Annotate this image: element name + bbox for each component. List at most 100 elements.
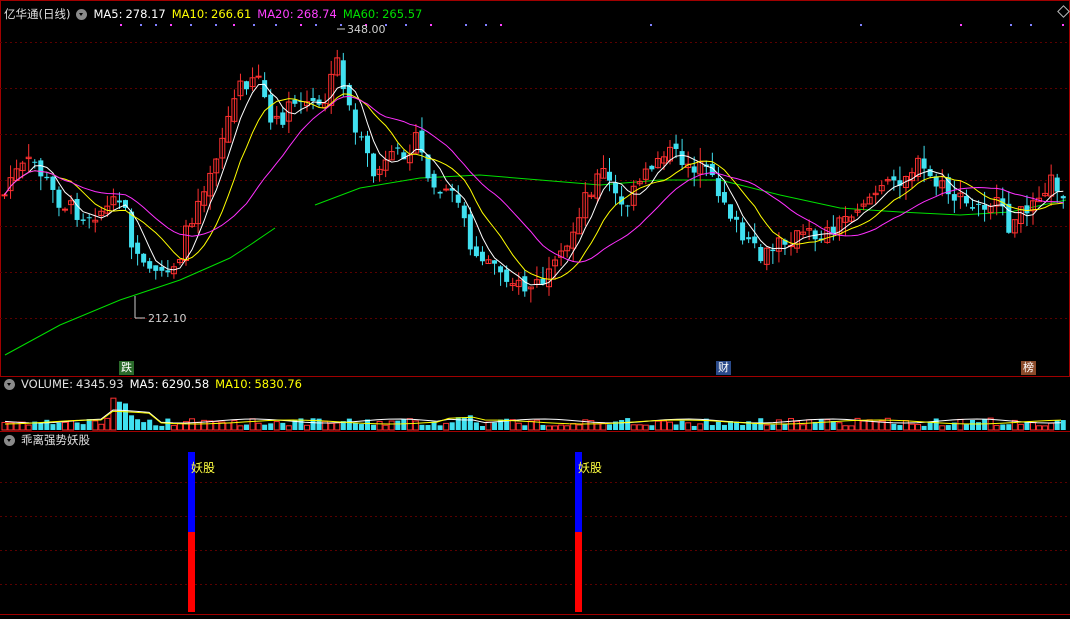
volume-bar [244, 424, 249, 430]
volume-header: VOLUME: 4345.93 MA5: 6290.58 MA10: 5830.76 [4, 376, 308, 392]
candle-body [498, 266, 504, 273]
volume-bar [607, 424, 612, 430]
volume-bar [770, 424, 776, 430]
chevron-down-icon[interactable] [4, 378, 15, 390]
volume-bar [775, 419, 782, 431]
main-header: 亿华通 (日线) MA5: 278.17 MA10: 266.61 MA20: 268.… [4, 6, 428, 22]
vol-ma5-value: 6290.58 [161, 377, 210, 391]
volume-bar [902, 420, 909, 431]
ma20-label: MA20: [257, 7, 294, 21]
candle-body [244, 81, 249, 90]
volume-bar [273, 421, 280, 431]
volume-bar [1048, 422, 1055, 431]
volume-bar [993, 424, 1000, 431]
volume-bar [691, 425, 697, 430]
volume-bar [945, 425, 951, 430]
candle-body [165, 270, 171, 273]
chart-canvas[interactable] [0, 0, 1070, 619]
volume-bar [576, 424, 583, 431]
chevron-down-icon[interactable] [76, 8, 88, 20]
vol-ma5-label: MA5: [129, 377, 159, 391]
news-tag-1[interactable]: 跌 [119, 361, 134, 375]
volume-bars [1, 397, 1066, 431]
signal-bar-2-bottom [575, 532, 582, 612]
candle-body [479, 251, 485, 262]
volume-bar [443, 422, 450, 431]
candle-body [153, 265, 159, 271]
candle-body [1054, 177, 1060, 192]
volume-bar [1017, 423, 1024, 431]
volume-bar [147, 419, 153, 430]
volume-bar [406, 418, 413, 431]
volume-bar [376, 420, 383, 431]
candle-body [891, 176, 897, 181]
volume-bar [98, 423, 105, 431]
signal-dot [190, 24, 192, 26]
volume-bar [872, 421, 879, 431]
candle-body [691, 166, 697, 173]
candle-body [74, 199, 80, 220]
candle-body [310, 98, 316, 102]
volume-bar [800, 424, 807, 431]
volume-bar [334, 422, 341, 431]
signal-dot [120, 24, 122, 26]
volume-bar [697, 423, 704, 431]
volume-bar [129, 415, 135, 430]
volume-bar [285, 425, 292, 431]
volume-bar [159, 425, 165, 430]
candle-body [431, 173, 437, 188]
candle-body [921, 158, 927, 169]
ma5-line [4, 83, 1064, 286]
candle-body [371, 153, 377, 177]
news-tag-2[interactable]: 财 [716, 361, 731, 375]
volume-bar [170, 424, 177, 431]
candle-body [86, 217, 92, 219]
volume-bar [225, 422, 232, 431]
volume-bar [515, 422, 522, 431]
volume-bar [970, 419, 975, 430]
news-tag-3[interactable]: 榜 [1021, 361, 1036, 375]
candle-body [679, 151, 685, 165]
volume-bar [153, 425, 159, 430]
stock-name: 亿华通 [4, 7, 39, 21]
volume-bar [963, 424, 969, 430]
volume-bar [104, 417, 111, 431]
signal-dot [1030, 24, 1032, 26]
volume-bar [552, 425, 559, 431]
signal-dot [275, 24, 277, 26]
volume-bar [939, 425, 946, 431]
candle-body [1060, 196, 1066, 199]
candle-body [455, 194, 461, 203]
signal-dot [465, 24, 467, 26]
moving-average-lines [4, 83, 1064, 286]
volume-bar [794, 420, 801, 431]
volume-bar [558, 424, 565, 431]
volume-bar [44, 419, 50, 430]
volume-bar [135, 419, 141, 430]
volume-bar [388, 420, 395, 431]
volume-bar [1030, 422, 1036, 431]
candle-body [56, 189, 62, 208]
volume-bar [116, 401, 122, 430]
volume-bar [715, 421, 721, 430]
candle-body [976, 203, 982, 205]
volume-bar [249, 418, 256, 431]
volume-label: VOLUME: [21, 377, 74, 391]
volume-bar [86, 419, 92, 430]
volume-bar [74, 422, 80, 430]
volume-bar [842, 425, 849, 431]
volume-bar [897, 425, 903, 430]
candle-body [746, 237, 752, 240]
volume-bar [304, 424, 310, 431]
chevron-down-icon[interactable] [4, 434, 15, 446]
period-label: (日线) [38, 7, 71, 21]
volume-bar [38, 422, 44, 430]
signal-dot [300, 24, 302, 26]
candle-body [365, 135, 370, 154]
volume-bar [642, 424, 649, 431]
volume-bar [207, 420, 214, 431]
candle-body [607, 171, 612, 181]
volume-bar [485, 421, 492, 431]
volume-bar [709, 425, 715, 430]
volume-bar [455, 417, 461, 430]
